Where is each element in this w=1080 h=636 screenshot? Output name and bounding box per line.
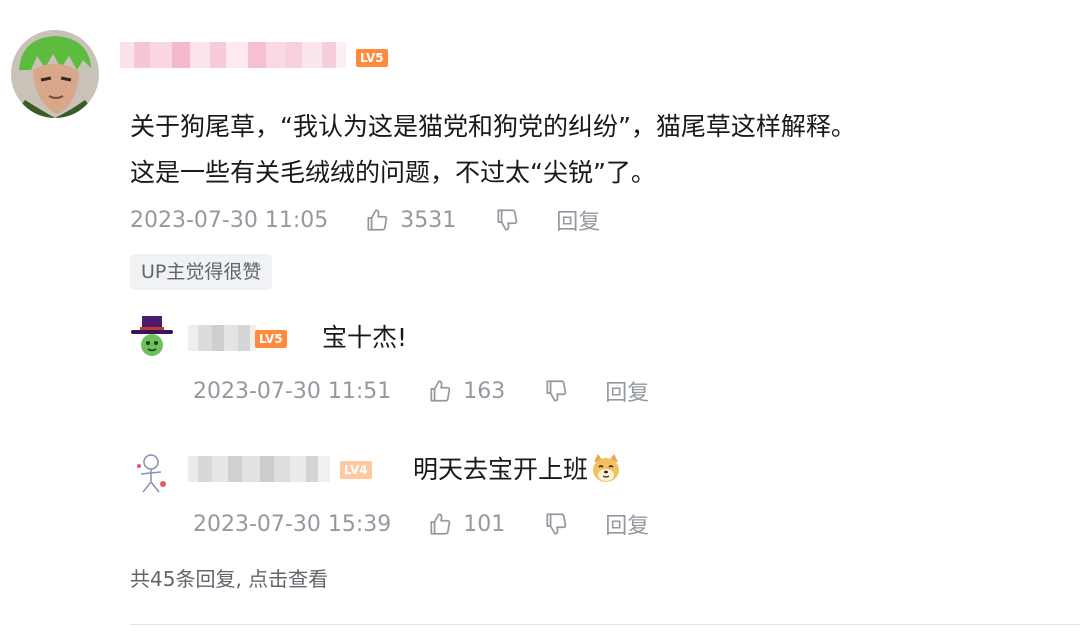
like-button[interactable]: 3531 (364, 207, 456, 233)
doge-emoji-icon (593, 454, 620, 482)
reply-button[interactable]: 回复 (605, 508, 649, 540)
like-button[interactable]: 163 (427, 378, 505, 404)
level-badge: LV5 (356, 49, 388, 67)
comment-meta: 2023-07-30 11:05 3531 回复 (130, 203, 600, 237)
level-badge: LV5 (255, 330, 287, 348)
reply-button[interactable]: 回复 (556, 204, 600, 236)
user-avatar[interactable] (11, 30, 99, 118)
dislike-button[interactable] (543, 378, 569, 404)
reply-button[interactable]: 回复 (605, 375, 649, 407)
reply-text: 明天去宝开上班 (413, 452, 622, 487)
username-pixelated[interactable] (188, 456, 330, 482)
dislike-button[interactable] (543, 511, 569, 537)
like-count: 163 (463, 378, 506, 404)
reply-time: 2023-07-30 11:51 (193, 378, 392, 404)
username-pixelated[interactable] (120, 42, 346, 68)
reply-avatar[interactable] (129, 314, 175, 360)
thumbs-up-icon (367, 209, 388, 231)
view-more-replies-link[interactable]: 共45条回复, 点击查看 (130, 563, 328, 592)
reply-meta: 2023-07-30 11:51 163 回复 (193, 374, 649, 408)
comment-time: 2023-07-30 11:05 (130, 207, 329, 233)
comment-text-line: 这是一些有关毛绒绒的问题，不过太“尖锐”了。 (130, 158, 656, 187)
reply-avatar[interactable] (129, 448, 175, 494)
divider (130, 624, 1080, 625)
reply-time: 2023-07-30 15:39 (193, 511, 392, 537)
reply-text-content: 明天去宝开上班 (413, 455, 589, 484)
reply-meta: 2023-07-30 15:39 101 回复 (193, 507, 649, 541)
username-pixelated[interactable] (188, 325, 256, 351)
comment-text-line: 关于狗尾草，“我认为这是猫党和狗党的纠纷”，猫尾草这样解释。 (130, 112, 856, 141)
like-count: 101 (463, 511, 506, 537)
up-liked-tag: UP主觉得很赞 (130, 254, 273, 290)
thumbs-down-icon (546, 513, 567, 535)
thumbs-down-icon (546, 380, 567, 402)
thumbs-up-icon (430, 513, 451, 535)
level-badge: LV4 (340, 461, 372, 479)
like-button[interactable]: 101 (427, 511, 505, 537)
like-count: 3531 (400, 207, 457, 233)
thumbs-up-icon (430, 380, 451, 402)
comment-thread: LV5 关于狗尾草，“我认为这是猫党和狗党的纠纷”，猫尾草这样解释。 这是一些有… (0, 0, 1080, 636)
comment-text: 关于狗尾草，“我认为这是猫党和狗党的纠纷”，猫尾草这样解释。 这是一些有关毛绒绒… (130, 104, 1030, 196)
reply-text: 宝十杰! (322, 323, 408, 352)
thumbs-down-icon (497, 209, 518, 231)
dislike-button[interactable] (494, 207, 520, 233)
